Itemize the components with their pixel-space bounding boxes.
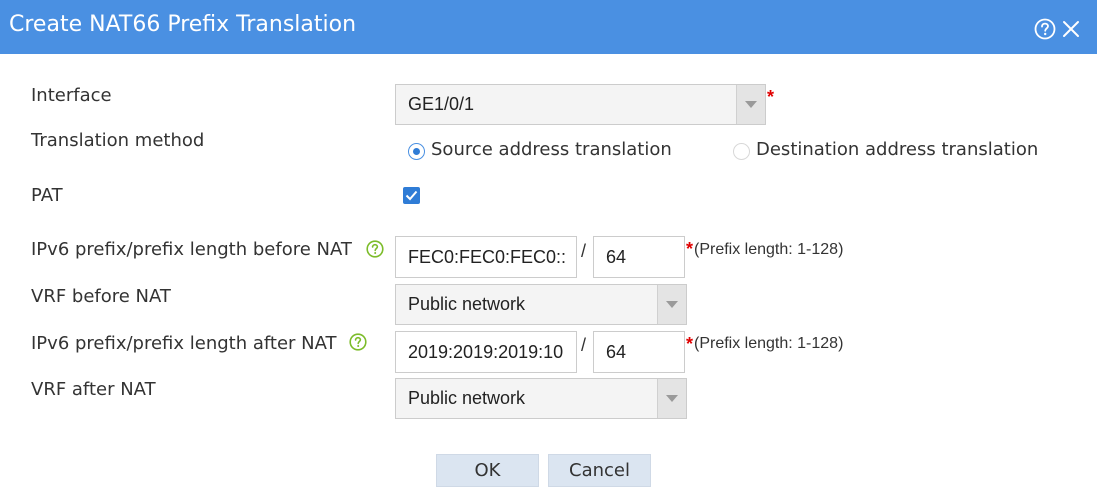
- prefix-before-label: IPv6 prefix/prefix length before NAT: [31, 239, 352, 260]
- translation-method-label: Translation method: [31, 130, 205, 151]
- prefix-after-label: IPv6 prefix/prefix length after NAT: [31, 333, 337, 354]
- vrf-before-value: Public network: [408, 294, 526, 314]
- vrf-before-label: VRF before NAT: [31, 286, 171, 307]
- pat-checkbox[interactable]: [403, 187, 420, 204]
- prefix-length-hint: (Prefix length: 1-128): [694, 335, 844, 352]
- prefix-separator: /: [581, 335, 587, 355]
- required-marker: *: [767, 87, 775, 107]
- dialog-titlebar: Create NAT66 Prefix Translation: [0, 0, 1097, 54]
- prefix-separator: /: [581, 241, 587, 261]
- interface-select[interactable]: GE1/0/1: [395, 84, 766, 125]
- radio-source-translation-label[interactable]: Source address translation: [431, 139, 672, 160]
- prefix-after-input[interactable]: 2019:2019:2019:10: [395, 331, 577, 373]
- help-icon[interactable]: [349, 333, 367, 351]
- close-icon[interactable]: [1061, 19, 1081, 39]
- vrf-after-value: Public network: [408, 388, 526, 408]
- radio-source-translation[interactable]: [408, 143, 425, 160]
- radio-destination-translation[interactable]: [733, 143, 750, 160]
- radio-destination-translation-label[interactable]: Destination address translation: [756, 139, 1038, 160]
- prefix-length-after-input[interactable]: 64: [593, 331, 685, 373]
- prefix-length-before-input[interactable]: 64: [593, 236, 685, 278]
- prefix-length-after-value: 64: [606, 342, 627, 362]
- vrf-after-label: VRF after NAT: [31, 379, 156, 400]
- ok-button[interactable]: OK: [436, 454, 539, 487]
- chevron-down-icon[interactable]: [657, 285, 686, 324]
- prefix-after-value: 2019:2019:2019:10: [408, 342, 564, 362]
- dialog-title: Create NAT66 Prefix Translation: [9, 12, 357, 37]
- prefix-length-before-value: 64: [606, 247, 627, 267]
- prefix-length-hint: (Prefix length: 1-128): [694, 241, 844, 258]
- chevron-down-icon[interactable]: [736, 85, 765, 124]
- pat-label: PAT: [31, 185, 63, 206]
- interface-select-value: GE1/0/1: [408, 94, 475, 114]
- prefix-before-input[interactable]: FEC0:FEC0:FEC0::: [395, 236, 577, 278]
- required-marker: *: [686, 239, 694, 259]
- nat66-dialog: Create NAT66 Prefix Translation Interfac…: [0, 0, 1097, 494]
- prefix-before-value: FEC0:FEC0:FEC0::: [408, 247, 567, 267]
- vrf-before-select[interactable]: Public network: [395, 284, 687, 325]
- help-icon[interactable]: [366, 240, 384, 258]
- help-circle-icon[interactable]: [1034, 18, 1056, 40]
- vrf-after-select[interactable]: Public network: [395, 378, 687, 419]
- cancel-button[interactable]: Cancel: [548, 454, 651, 487]
- required-marker: *: [686, 334, 694, 354]
- interface-label: Interface: [31, 85, 112, 106]
- chevron-down-icon[interactable]: [657, 379, 686, 418]
